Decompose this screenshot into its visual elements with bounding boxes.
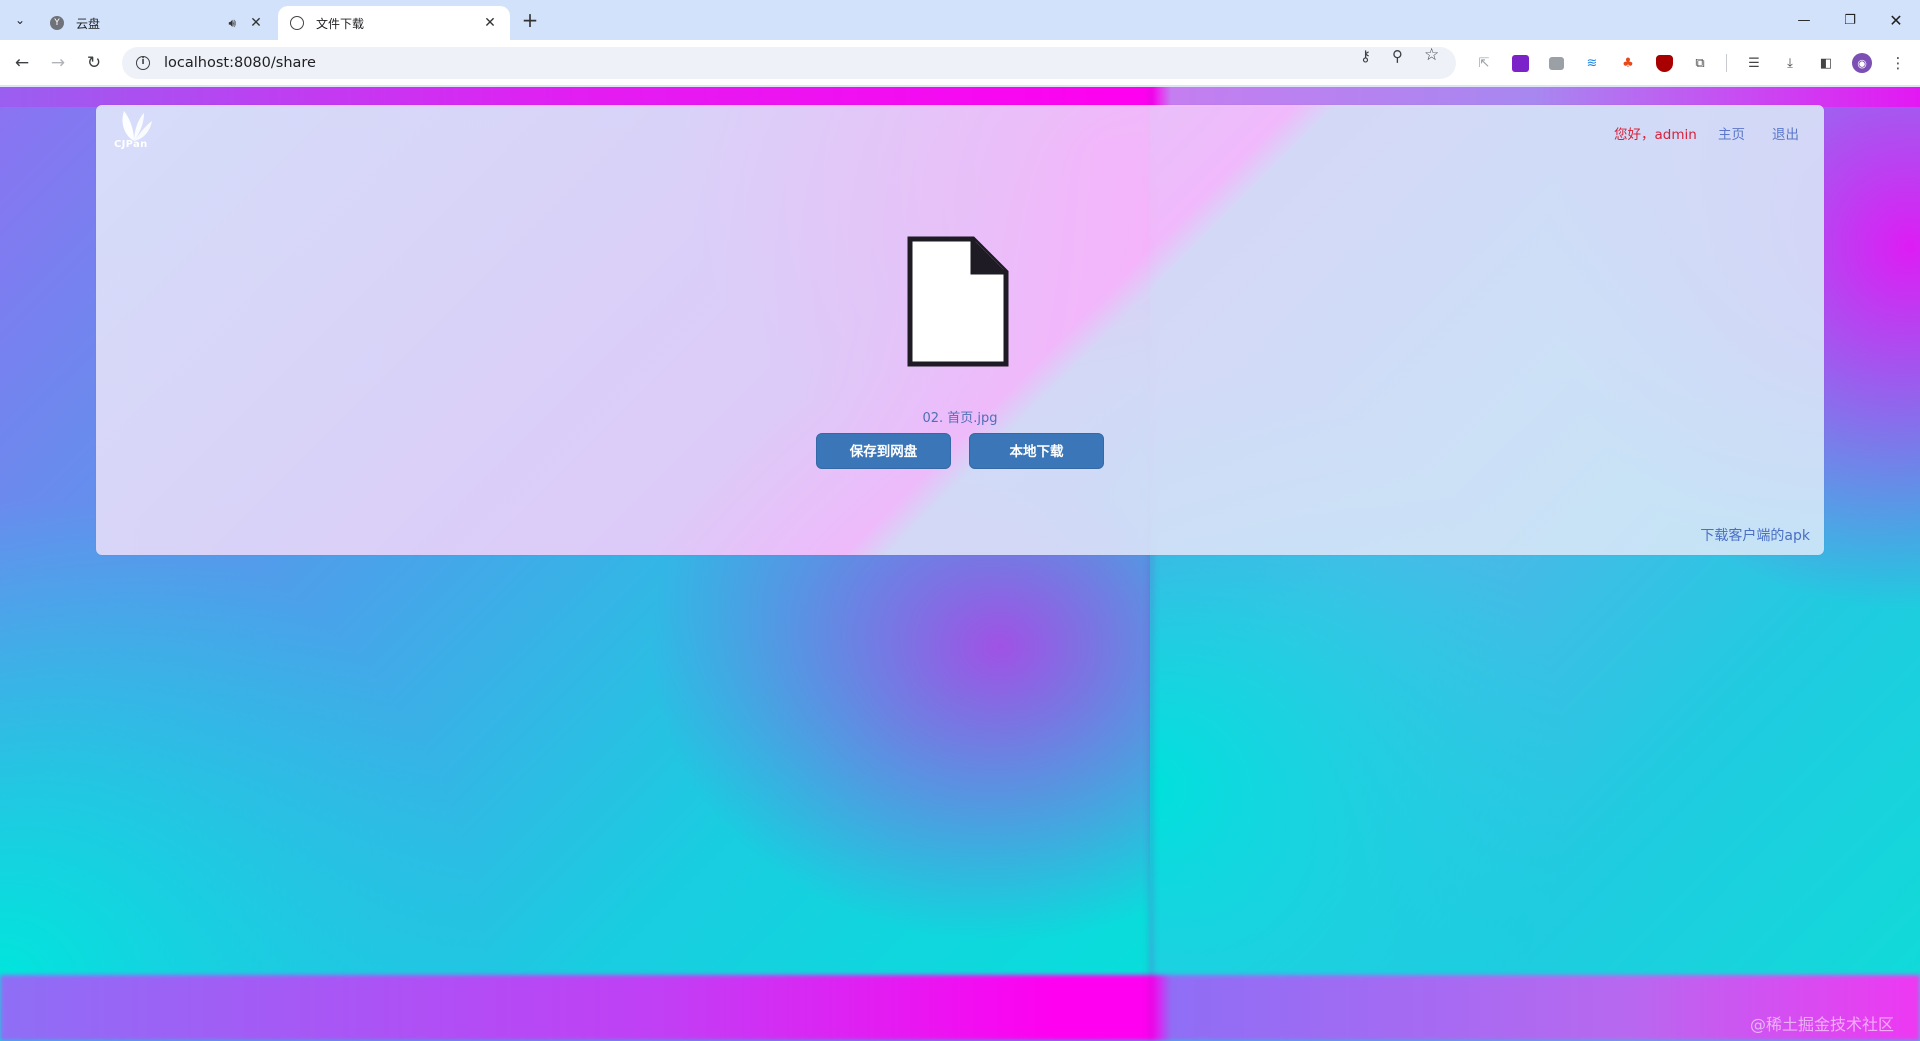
profile-avatar[interactable]: ◉	[1852, 53, 1872, 73]
menu-kebab-icon[interactable]: ⋮	[1888, 53, 1908, 73]
close-tab-icon[interactable]: ✕	[248, 15, 264, 31]
save-to-disk-button[interactable]: 保存到网盘	[816, 433, 951, 469]
minimize-icon[interactable]: —	[1784, 6, 1824, 34]
side-panel-icon[interactable]: ◧	[1816, 53, 1836, 73]
purple-extension-icon[interactable]	[1510, 53, 1530, 73]
leaf-logo-icon	[122, 111, 152, 141]
file-name: 02. 首页.jpg	[922, 411, 998, 426]
tree-extension-icon[interactable]: ♣	[1618, 53, 1638, 73]
ublock-shield-icon[interactable]	[1654, 53, 1674, 73]
greeting-text: 您好，admin	[1614, 127, 1697, 143]
background-bottom-strip	[0, 975, 1920, 1041]
bookmark-star-icon[interactable]: ☆	[1424, 45, 1439, 65]
yunpan-favicon-icon: Y	[50, 16, 64, 30]
address-bar[interactable]: i localhost:8080/share	[122, 47, 1456, 79]
browser-toolbar: ← → ↻ i localhost:8080/share ⚷ ⚲ ☆ ⇱ ≋ ♣…	[0, 40, 1920, 86]
site-info-icon[interactable]: i	[136, 56, 150, 70]
logout-link[interactable]: 退出	[1772, 123, 1799, 143]
background-top-strip	[0, 87, 1920, 107]
share-card: CJPan 您好，admin 主页 退出 02. 首页.jpg 保存到网盘 本地…	[96, 105, 1824, 555]
local-download-button[interactable]: 本地下载	[969, 433, 1104, 469]
globe-favicon-icon	[290, 16, 304, 30]
restore-icon[interactable]: ❐	[1830, 6, 1870, 34]
forward-arrow-icon[interactable]: →	[46, 51, 70, 75]
grid-extension-icon[interactable]	[1546, 53, 1566, 73]
address-url: localhost:8080/share	[164, 55, 316, 71]
logo-text: CJPan	[114, 139, 148, 150]
reload-icon[interactable]: ↻	[82, 51, 106, 75]
tab-title: 文件下载	[316, 16, 365, 31]
close-tab-icon[interactable]: ✕	[482, 15, 498, 31]
tab-file-download[interactable]: 文件下载 ✕	[278, 6, 510, 40]
close-window-icon[interactable]: ✕	[1876, 6, 1916, 34]
download-apk-link[interactable]: 下载客户端的apk	[1700, 525, 1810, 545]
file-document-icon	[907, 236, 1009, 367]
tab-search-chevron-icon[interactable]: ⌄	[8, 8, 32, 32]
tab-yunpan[interactable]: Y 云盘 🔊︎ ✕	[38, 6, 276, 40]
layers-extension-icon[interactable]: ≋	[1582, 53, 1602, 73]
zoom-icon[interactable]: ⚲	[1392, 47, 1403, 65]
speaker-icon[interactable]: 🔊︎	[228, 16, 236, 31]
page-viewport: CJPan 您好，admin 主页 退出 02. 首页.jpg 保存到网盘 本地…	[0, 87, 1920, 1041]
home-link[interactable]: 主页	[1718, 123, 1745, 143]
password-key-icon[interactable]: ⚷	[1360, 47, 1371, 65]
toolbar-separator	[1726, 54, 1727, 72]
tab-strip: ⌄ Y 云盘 🔊︎ ✕ 文件下载 ✕ + — ❐ ✕	[0, 0, 1920, 40]
download-icon[interactable]: ⤓	[1780, 53, 1800, 73]
reading-list-icon[interactable]: ☰	[1744, 53, 1764, 73]
cursor-extension-icon[interactable]: ⇱	[1474, 53, 1494, 73]
back-arrow-icon[interactable]: ←	[10, 51, 34, 75]
new-tab-plus-icon[interactable]: +	[518, 9, 542, 31]
extensions-puzzle-icon[interactable]: ⧉	[1690, 53, 1710, 73]
watermark-text: @稀土掘金技术社区	[1750, 1015, 1895, 1034]
tab-title: 云盘	[76, 16, 101, 31]
